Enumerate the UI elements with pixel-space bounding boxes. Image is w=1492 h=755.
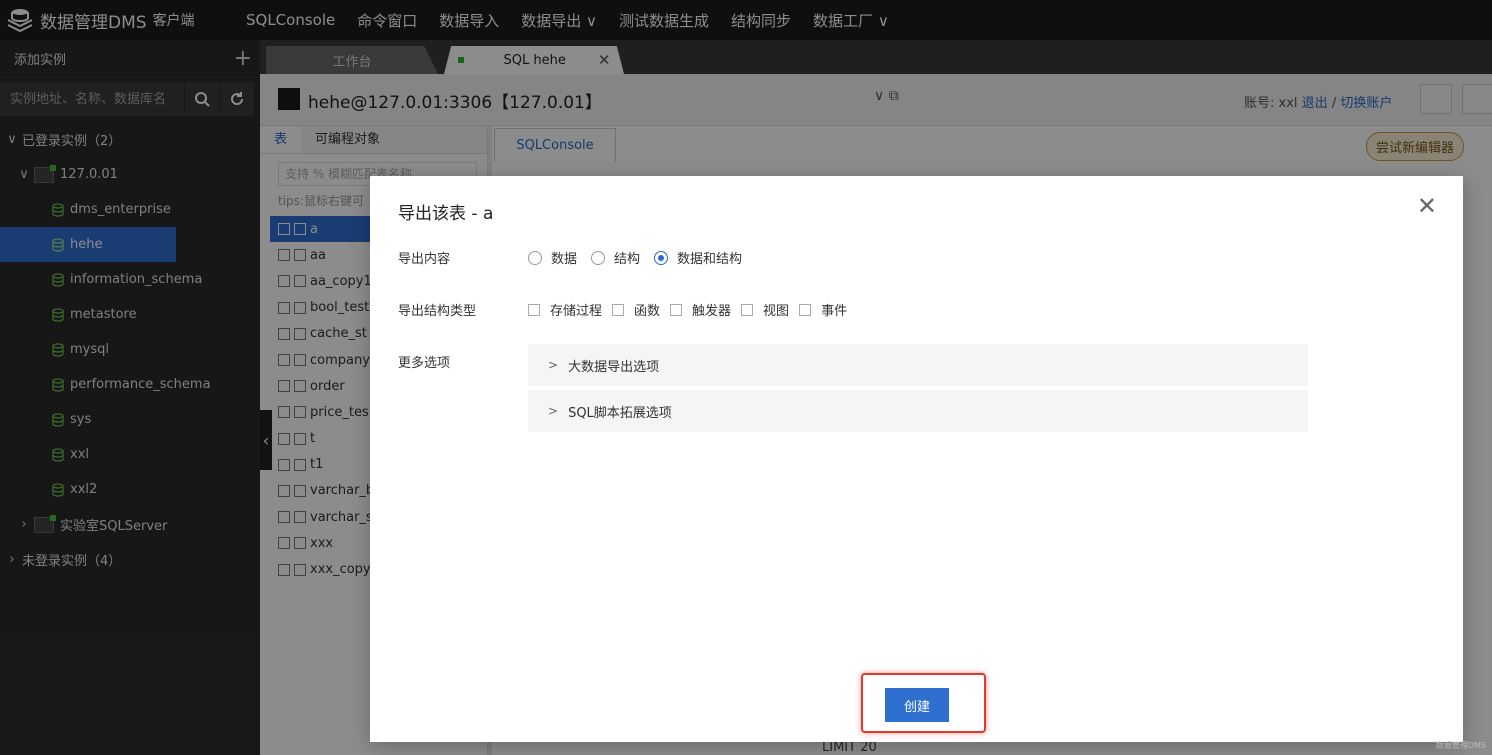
checkbox-event[interactable] [799, 303, 812, 316]
dialog-title: 导出该表 - a [398, 204, 494, 224]
bigdata-export-options-panel[interactable]: > 大数据导出选项 [528, 344, 1308, 386]
radio-structure[interactable] [591, 250, 606, 265]
chevron-right-icon: > [548, 358, 559, 372]
close-icon[interactable]: ✕ [1417, 194, 1437, 218]
radio-data-and-structure-label[interactable]: 数据和结构 [677, 248, 742, 267]
chevron-right-icon: > [548, 404, 559, 418]
watermark: 数据管理DMS [1435, 741, 1486, 750]
more-options-label: 更多选项 [398, 356, 451, 371]
radio-data[interactable] [528, 250, 542, 265]
export-content-radio-group: 数据 结构 数据和结构 [528, 248, 756, 267]
checkbox-view[interactable] [741, 303, 754, 316]
radio-structure-label[interactable]: 结构 [614, 248, 640, 267]
checkbox-procedure[interactable] [528, 303, 540, 316]
export-table-dialog: 导出该表 - a ✕ 导出内容 数据 结构 数据和结构 导出结构类型 存储过程 … [370, 176, 1463, 742]
export-content-label: 导出内容 [398, 252, 451, 267]
sql-script-options-panel[interactable]: > SQL脚本拓展选项 [528, 390, 1308, 432]
radio-data-and-structure[interactable] [654, 250, 669, 265]
checkbox-function[interactable] [612, 303, 625, 316]
structure-type-checkboxes: 存储过程 函数 触发器 视图 事件 [528, 300, 857, 319]
radio-data-label[interactable]: 数据 [551, 248, 577, 267]
create-button[interactable]: 创建 [885, 688, 949, 722]
checkbox-trigger[interactable] [670, 303, 683, 316]
structure-type-label: 导出结构类型 [398, 304, 477, 319]
